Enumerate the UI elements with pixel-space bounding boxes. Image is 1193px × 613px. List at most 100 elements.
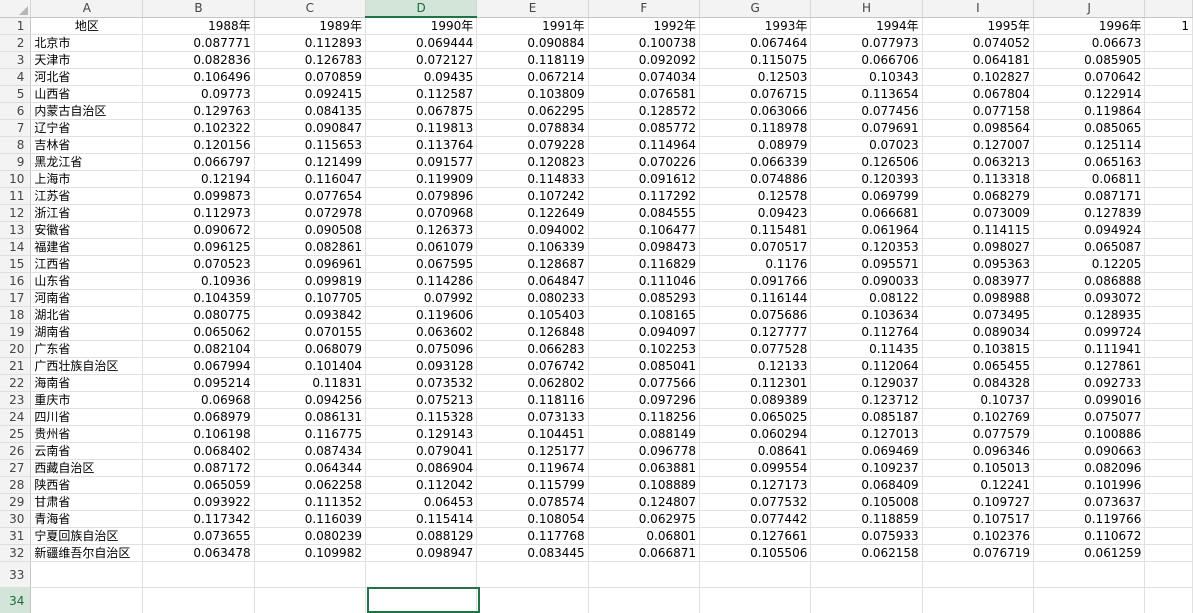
cell-empty[interactable] — [476, 561, 589, 588]
cell-value[interactable]: 0.105506 — [699, 544, 812, 562]
cell-value[interactable]: 0.061259 — [1033, 544, 1146, 562]
cell-value[interactable]: 0.099873 — [142, 187, 255, 205]
cell-value[interactable]: 0.112042 — [365, 476, 478, 494]
cell-value[interactable]: 0.128572 — [588, 102, 701, 120]
cell-header[interactable]: 1994年 — [810, 17, 923, 35]
cell-value[interactable]: 0.064344 — [254, 459, 366, 477]
cell-value[interactable]: 0.080233 — [476, 289, 589, 307]
cell-region[interactable]: 吉林省 — [30, 136, 144, 154]
cell-value[interactable]: 0.111352 — [254, 493, 366, 511]
cell-value[interactable]: 0.061079 — [365, 238, 478, 256]
cell-value[interactable]: 0.098027 — [922, 238, 1035, 256]
cell-value[interactable]: 0.108889 — [588, 476, 701, 494]
cell-value[interactable]: 0.128935 — [1033, 306, 1146, 324]
cell-value[interactable]: 0.089034 — [922, 323, 1035, 341]
cell-value[interactable]: 0.070517 — [699, 238, 812, 256]
cell-value[interactable]: 0.12503 — [699, 68, 812, 86]
cell-value[interactable]: 0.063602 — [365, 323, 478, 341]
cell-value[interactable]: 0.063213 — [922, 153, 1035, 171]
row-header-25[interactable]: 25 — [0, 425, 32, 443]
cell-value[interactable]: 0.126506 — [810, 153, 923, 171]
row-header-28[interactable]: 28 — [0, 476, 32, 494]
cell-value[interactable]: 0.092733 — [1033, 374, 1146, 392]
cell-region[interactable]: 黑龙江省 — [30, 153, 144, 171]
cell-region[interactable]: 福建省 — [30, 238, 144, 256]
cell-value[interactable]: 0.1176 — [699, 255, 812, 273]
cell-value[interactable]: 0.062258 — [254, 476, 366, 494]
cell-value[interactable]: 0.065025 — [699, 408, 812, 426]
cell-value[interactable]: 0.105403 — [476, 306, 589, 324]
cell-value[interactable]: 0.064847 — [476, 272, 589, 290]
cell-empty[interactable] — [254, 587, 366, 613]
cell-value[interactable]: 0.068402 — [142, 442, 255, 460]
cell-empty[interactable] — [1033, 587, 1146, 613]
cell-header[interactable]: 1989年 — [254, 17, 366, 35]
cell-value[interactable]: 0.079228 — [476, 136, 589, 154]
cell-value[interactable]: 0.070155 — [254, 323, 366, 341]
cell-region[interactable]: 北京市 — [30, 34, 144, 52]
cell-value[interactable]: 0.077973 — [810, 34, 923, 52]
cell-value[interactable]: 0.066283 — [476, 340, 589, 358]
column-header-F[interactable]: F — [588, 0, 701, 18]
cell-value[interactable]: 0.099554 — [699, 459, 812, 477]
column-header-E[interactable]: E — [476, 0, 589, 18]
cell-region[interactable]: 内蒙古自治区 — [30, 102, 144, 120]
cell-value[interactable]: 0.074886 — [699, 170, 812, 188]
row-header-2[interactable]: 2 — [0, 34, 32, 52]
cell-empty[interactable] — [1144, 119, 1193, 137]
cell-value[interactable]: 0.087171 — [1033, 187, 1146, 205]
cell-value[interactable]: 0.120823 — [476, 153, 589, 171]
cell-value[interactable]: 0.099724 — [1033, 323, 1146, 341]
cell-value[interactable]: 0.127007 — [922, 136, 1035, 154]
cell-empty[interactable] — [1144, 170, 1193, 188]
cell-value[interactable]: 0.12133 — [699, 357, 812, 375]
cell-value[interactable]: 0.119813 — [365, 119, 478, 137]
cell-empty[interactable] — [1144, 510, 1193, 528]
cell-empty[interactable] — [1144, 306, 1193, 324]
cell-value[interactable]: 0.10343 — [810, 68, 923, 86]
cell-empty[interactable] — [1144, 289, 1193, 307]
cell-value[interactable]: 0.102253 — [588, 340, 701, 358]
cell-region[interactable]: 河北省 — [30, 68, 144, 86]
cell-value[interactable]: 0.118119 — [476, 51, 589, 69]
cell-value[interactable]: 0.127777 — [699, 323, 812, 341]
cell-region[interactable]: 四川省 — [30, 408, 144, 426]
cell-region[interactable]: 甘肃省 — [30, 493, 144, 511]
cell-empty[interactable] — [1144, 340, 1193, 358]
cell-value[interactable]: 0.095363 — [922, 255, 1035, 273]
cell-value[interactable]: 0.060294 — [699, 425, 812, 443]
cell-value[interactable]: 0.103634 — [810, 306, 923, 324]
cell-empty[interactable] — [1144, 587, 1193, 613]
cell-value[interactable]: 0.082104 — [142, 340, 255, 358]
column-header-J[interactable]: J — [1033, 0, 1146, 18]
cell-header[interactable]: 1988年 — [142, 17, 255, 35]
row-header-3[interactable]: 3 — [0, 51, 32, 69]
cell-value[interactable]: 0.085187 — [810, 408, 923, 426]
cell-empty[interactable] — [142, 587, 255, 613]
cell-empty[interactable] — [1033, 561, 1146, 588]
cell-region[interactable]: 重庆市 — [30, 391, 144, 409]
cell-value[interactable]: 0.063478 — [142, 544, 255, 562]
cell-value[interactable]: 0.109727 — [922, 493, 1035, 511]
cell-value[interactable]: 0.087771 — [142, 34, 255, 52]
cell-value[interactable]: 0.070859 — [254, 68, 366, 86]
cell-value[interactable]: 0.06801 — [588, 527, 701, 545]
cell-value[interactable]: 0.106339 — [476, 238, 589, 256]
cell-value[interactable]: 0.129143 — [365, 425, 478, 443]
cell-value[interactable]: 0.116047 — [254, 170, 366, 188]
cell-value[interactable]: 0.107242 — [476, 187, 589, 205]
cell-value[interactable]: 0.085905 — [1033, 51, 1146, 69]
row-header-21[interactable]: 21 — [0, 357, 32, 375]
cell-value[interactable]: 0.119674 — [476, 459, 589, 477]
cell-value[interactable]: 0.077532 — [699, 493, 812, 511]
cell-value[interactable]: 0.074034 — [588, 68, 701, 86]
cell-value[interactable]: 0.066797 — [142, 153, 255, 171]
cell-region[interactable]: 辽宁省 — [30, 119, 144, 137]
cell-value[interactable]: 0.063881 — [588, 459, 701, 477]
cell-value[interactable]: 0.095214 — [142, 374, 255, 392]
cell-value[interactable]: 0.098988 — [922, 289, 1035, 307]
cell-value[interactable]: 0.067994 — [142, 357, 255, 375]
cell-value[interactable]: 0.100886 — [1033, 425, 1146, 443]
cell-value[interactable]: 0.08641 — [699, 442, 812, 460]
cell-value[interactable]: 0.107705 — [254, 289, 366, 307]
